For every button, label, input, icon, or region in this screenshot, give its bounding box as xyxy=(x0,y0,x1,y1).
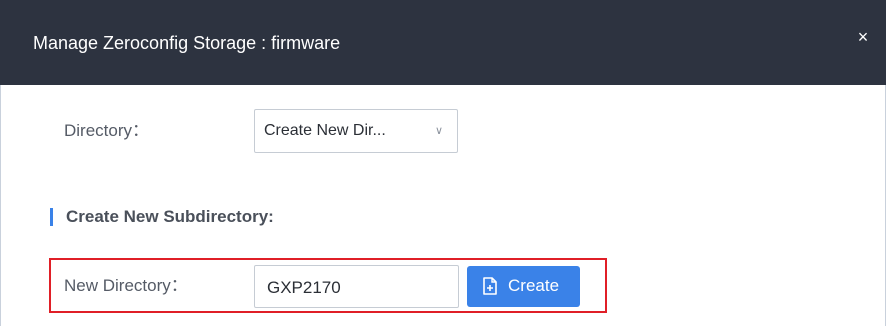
chevron-down-icon: ∨ xyxy=(434,125,443,137)
file-add-icon xyxy=(483,277,497,295)
new-directory-label: New Directory： xyxy=(64,276,188,295)
create-button[interactable]: Create xyxy=(467,266,580,307)
dialog-left-border xyxy=(0,85,1,326)
directory-select[interactable]: Create New Dir... ∨ xyxy=(254,109,458,153)
close-icon[interactable]: × xyxy=(850,24,876,50)
section-title: Create New Subdirectory: xyxy=(66,207,274,226)
manage-zeroconfig-storage-dialog: Manage Zeroconfig Storage : firmware × D… xyxy=(0,0,886,326)
dialog-header: Manage Zeroconfig Storage : firmware × xyxy=(0,0,886,85)
create-button-label: Create xyxy=(508,276,560,295)
directory-select-value: Create New Dir... xyxy=(264,122,386,139)
new-directory-input-value: GXP2170 xyxy=(267,278,341,297)
directory-label: Directory： xyxy=(64,121,150,140)
new-directory-input[interactable]: GXP2170 xyxy=(254,265,459,308)
dialog-title: Manage Zeroconfig Storage : firmware xyxy=(33,33,341,53)
section-accent-bar xyxy=(50,208,53,226)
